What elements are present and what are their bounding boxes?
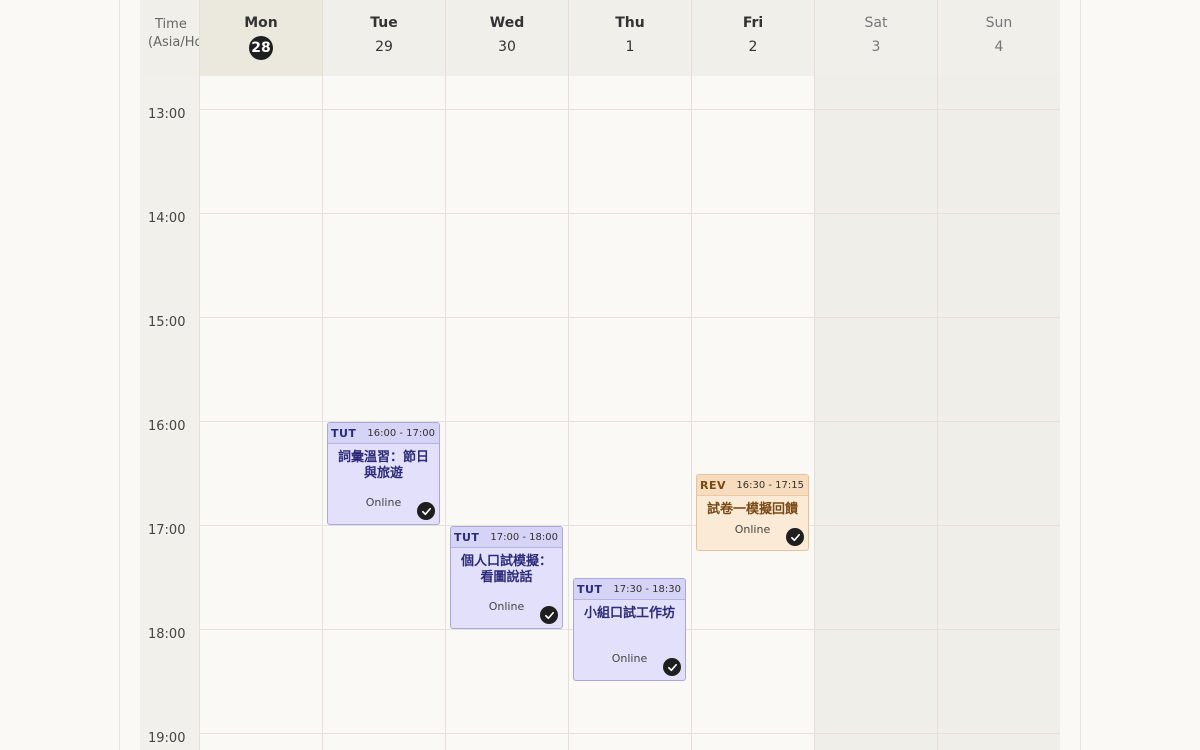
event-type-badge: TUT (454, 530, 480, 544)
hour-label: 18:00 (148, 627, 186, 642)
day-name: Sun (985, 15, 1013, 31)
day-number: 2 (748, 39, 758, 55)
hour-label: 15:00 (148, 315, 186, 330)
event-type-badge: TUT (577, 582, 603, 596)
event-header: TUT 16:00 - 17:00 (328, 423, 439, 444)
day-number: 30 (498, 39, 516, 55)
day-name: Sat (864, 15, 888, 31)
event-title: 個人口試模擬：看圖說話 (460, 554, 552, 585)
event-time: 17:30 - 18:30 (613, 583, 681, 595)
calendar-grid: 13:00 14:00 15:00 16:00 17:00 18:00 19:00 TUT 1… (140, 76, 1060, 750)
calendar-event[interactable]: TUT 17:00 - 18:00 個人口試模擬：看圖說話 Online (450, 526, 563, 629)
hour-label: 14:00 (148, 211, 186, 226)
event-title: 詞彙溫習：節日與旅遊 (337, 450, 429, 481)
day-header-wed[interactable]: Wed 30 (445, 0, 568, 76)
calendar-event[interactable]: TUT 17:30 - 18:30 小組口試工作坊 Online (573, 578, 686, 681)
check-icon (417, 502, 435, 520)
day-column-fri[interactable] (691, 76, 814, 750)
day-name: Fri (742, 15, 764, 31)
event-header: TUT 17:30 - 18:30 (574, 579, 685, 600)
check-icon (663, 658, 681, 676)
day-number: 29 (375, 39, 393, 55)
day-number: 4 (994, 39, 1004, 55)
hour-line (199, 525, 1060, 526)
event-type-badge: TUT (331, 426, 357, 440)
hour-label: 17:00 (148, 523, 186, 538)
day-header-sun[interactable]: Sun 4 (937, 0, 1060, 76)
day-column-mon[interactable] (199, 76, 322, 750)
day-name: Tue (370, 15, 398, 31)
day-header-mon[interactable]: Mon 28 (199, 0, 322, 76)
day-number: 3 (871, 39, 881, 55)
calendar-header: Time (Asia/Hong_Kong) Mon 28 Tue 29 Wed 30 Thu… (140, 0, 1060, 76)
event-title: 試卷一模擬回饋 (706, 502, 798, 517)
hour-line (199, 109, 1060, 110)
event-time: 17:00 - 18:00 (490, 531, 558, 543)
day-column-tue[interactable] (322, 76, 445, 750)
check-icon (540, 606, 558, 624)
day-name: Wed (489, 15, 525, 31)
event-type-badge: REV (700, 478, 726, 492)
event-time: 16:00 - 17:00 (367, 427, 435, 439)
day-header-fri[interactable]: Fri 2 (691, 0, 814, 76)
event-time: 16:30 - 17:15 (736, 479, 804, 491)
day-header-thu[interactable]: Thu 1 (568, 0, 691, 76)
hour-label: 19:00 (148, 731, 186, 746)
hour-label: 16:00 (148, 419, 186, 434)
day-header-sat[interactable]: Sat 3 (814, 0, 937, 76)
week-calendar: Time (Asia/Hong_Kong) Mon 28 Tue 29 Wed 30 Thu… (140, 0, 1060, 750)
timezone-header-zone: (Asia/Hong_Kong) (148, 35, 199, 50)
hour-label: 13:00 (148, 107, 186, 122)
day-column-sat[interactable] (814, 76, 937, 750)
today-date-badge: 28 (200, 36, 322, 60)
event-header: TUT 17:00 - 18:00 (451, 527, 562, 548)
timezone-header-title: Time (155, 17, 187, 32)
check-icon (786, 528, 804, 546)
hour-line (199, 213, 1060, 214)
day-number: 1 (625, 39, 635, 55)
timezone-header: Time (Asia/Hong_Kong) (140, 0, 199, 76)
calendar-event[interactable]: REV 16:30 - 17:15 試卷一模擬回饋 Online (696, 474, 809, 551)
event-header: REV 16:30 - 17:15 (697, 475, 808, 496)
day-column-sun[interactable] (937, 76, 1060, 750)
day-column-wed[interactable] (445, 76, 568, 750)
day-header-tue[interactable]: Tue 29 (322, 0, 445, 76)
hour-line (199, 733, 1060, 734)
day-name: Mon (244, 15, 278, 31)
calendar-event[interactable]: TUT 16:00 - 17:00 詞彙溫習：節日與旅遊 Online (327, 422, 440, 525)
time-column: 13:00 14:00 15:00 16:00 17:00 18:00 19:00 (140, 76, 199, 750)
hour-line (199, 317, 1060, 318)
event-title: 小組口試工作坊 (583, 606, 675, 621)
day-name: Thu (615, 15, 645, 31)
